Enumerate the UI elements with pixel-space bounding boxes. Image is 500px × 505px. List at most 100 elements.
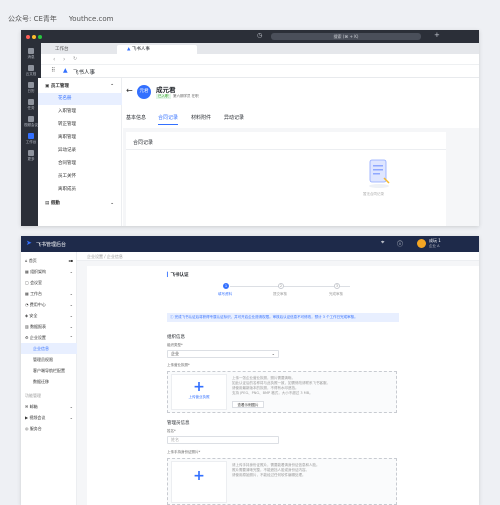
step-1-label: 填写资料 bbox=[218, 292, 232, 296]
more-icon bbox=[28, 150, 34, 156]
license-label: 上传营业执照* bbox=[167, 363, 190, 367]
help-icon[interactable]: ⓘ bbox=[397, 239, 403, 248]
refresh-icon[interactable]: ↻ bbox=[73, 56, 77, 62]
id-upload-button[interactable]: + bbox=[171, 461, 227, 503]
menu-meeting-room[interactable]: ▢ 会议室 bbox=[21, 277, 77, 288]
sidebar-video[interactable]: 视频会议 bbox=[23, 116, 39, 127]
menu-security[interactable]: ◈ 安全 ⌄ bbox=[21, 310, 77, 321]
menu-org[interactable]: ▦ 组织架构 ⌄ bbox=[21, 266, 77, 277]
menu-mail[interactable]: ✉ 邮箱 ⌄ bbox=[21, 401, 77, 412]
breadcrumb: 企业设置 / 企业信息 bbox=[77, 252, 479, 261]
menu-video[interactable]: ▶ 视频会议 ⌄ bbox=[21, 412, 77, 423]
employee-dept: 第六期学员 在职 bbox=[173, 94, 199, 98]
step-3-label: 完成审核 bbox=[329, 292, 343, 296]
employee-name: 成元君 bbox=[156, 86, 176, 94]
sidebar-workplace[interactable]: 工作台 bbox=[23, 133, 39, 144]
nav-item-contract[interactable]: 合同管理 bbox=[38, 158, 122, 170]
avatar: 元君 bbox=[137, 85, 151, 99]
user-avatar[interactable] bbox=[417, 239, 426, 248]
nav-item-former[interactable]: 离职成员 bbox=[38, 184, 122, 196]
info-banner: ⓘ 完成飞书认证后将获得专属认证标识，并可开启企业邀请权限。审核后认证信息不可修… bbox=[167, 313, 399, 322]
license-description: 上传一张企业营业执照，照片需要清晰。 如此认证后的名称将与此执照一致，如需修改请… bbox=[232, 376, 330, 395]
tab-workplace[interactable]: 工作台 bbox=[45, 45, 115, 54]
forward-icon[interactable]: › bbox=[63, 56, 65, 63]
org-type-label: 组织类型* bbox=[167, 343, 183, 347]
sidebar-calendar[interactable]: 日历 bbox=[23, 82, 39, 93]
collapse-icon[interactable]: ◂▪ bbox=[68, 255, 73, 266]
user-company: 企业 A bbox=[429, 244, 440, 248]
sidebar-messages[interactable]: 消息 bbox=[23, 48, 39, 59]
tab-basic-info[interactable]: 基本信息 bbox=[126, 114, 146, 121]
plus-icon: + bbox=[193, 379, 205, 395]
chevron-down-icon: ⌄ bbox=[110, 201, 114, 206]
status-badge: 已入职 bbox=[156, 94, 171, 99]
contract-card: 合同记录 暂无合同记录 bbox=[126, 132, 446, 226]
sidebar-docs[interactable]: 云文档 bbox=[23, 65, 39, 76]
menu-client-nav[interactable]: 客户端导航栏配置 bbox=[21, 365, 77, 376]
chevron-down-icon: ⌄ bbox=[271, 351, 275, 356]
nav-item-resignation[interactable]: 离职管理 bbox=[38, 132, 122, 144]
feishu-people-window: ◷ 搜索 (⌘ + K) + 消息 云文档 日历 任务 视频会议 工作台 更多 … bbox=[21, 30, 479, 226]
divider bbox=[126, 149, 446, 150]
nav-item-care[interactable]: 员工关怀 bbox=[38, 171, 122, 183]
menu-data-migration[interactable]: 数据迁移 bbox=[21, 376, 77, 387]
menu-group-features: 功能管理 bbox=[25, 393, 41, 398]
nav-group-employee[interactable]: ▣ 员工管理 ⌃ bbox=[38, 81, 122, 93]
tab-feishu-people[interactable]: ▲ 飞书人事 bbox=[117, 45, 197, 54]
admin-info-title: 管理员信息 bbox=[167, 421, 190, 426]
nav-item-onboarding[interactable]: 入职管理 bbox=[38, 106, 122, 118]
feishu-people-logo-icon: ▲ bbox=[63, 67, 68, 74]
clock-icon[interactable]: ◷ bbox=[257, 32, 262, 39]
menu-home[interactable]: ⌂ 首页 ◂▪ bbox=[21, 255, 77, 266]
menu-company-settings[interactable]: ⚙ 企业设置 ⌃ bbox=[21, 332, 77, 343]
workplace-icon bbox=[28, 133, 34, 139]
nav-group-attendance[interactable]: ▤ 假勤 ⌄ bbox=[38, 198, 122, 210]
watermark: 公众号: CE青年 Youthce.com bbox=[8, 14, 125, 24]
sidebar-more[interactable]: 更多 bbox=[23, 150, 39, 161]
step-line bbox=[230, 286, 350, 287]
empty-state-illustration-icon bbox=[369, 159, 390, 188]
location-icon[interactable]: ⌖ bbox=[381, 239, 384, 247]
video-icon bbox=[28, 116, 34, 122]
name-input[interactable]: 姓名 bbox=[167, 436, 279, 444]
menu-company-info[interactable]: 企业信息 bbox=[21, 343, 77, 354]
license-upload-button[interactable]: + 上传营业执照 bbox=[171, 374, 227, 410]
step-1: 1 bbox=[223, 283, 229, 289]
nav-item-transfer[interactable]: 异动记录 bbox=[38, 145, 122, 157]
menu-admin-permissions[interactable]: 管理员权限 bbox=[21, 354, 77, 365]
title-bar: ◷ 搜索 (⌘ + K) + bbox=[21, 30, 479, 43]
nav-item-regularization[interactable]: 转正管理 bbox=[38, 119, 122, 131]
view-sample-button[interactable]: 查看示例图片 bbox=[232, 401, 264, 408]
close-dot[interactable] bbox=[26, 34, 30, 39]
feishu-logo-icon: ➤ bbox=[26, 239, 32, 247]
menu-helpdesk[interactable]: ◎ 服务台 bbox=[21, 423, 77, 434]
menu-billing[interactable]: ◔ 费用中心 ⌄ bbox=[21, 299, 77, 310]
name-label: 姓名* bbox=[167, 429, 176, 433]
empty-text: 暂无合同记录 bbox=[363, 192, 384, 196]
org-type-select[interactable]: 企业 ⌄ bbox=[167, 350, 279, 358]
plus-icon: + bbox=[193, 468, 205, 484]
minimize-dot[interactable] bbox=[32, 34, 36, 39]
menu-workplace[interactable]: ▦ 工作台 ⌄ bbox=[21, 288, 77, 299]
tab-attachments[interactable]: 材料附件 bbox=[191, 114, 211, 121]
menu-reports[interactable]: ▥ 数据报表 ⌄ bbox=[21, 321, 77, 332]
admin-console-window: ➤ 飞书管理后台 ⌖ ⓘ 成玩 1 企业 A ⌂ 首页 ◂▪ ▦ 组织架构 ⌄ ▢ … bbox=[21, 236, 479, 505]
id-description: 请上传手持身份证照片，需要能看清身份证信息和人脸。 照片需要清晰完整，不能遮挡人… bbox=[232, 463, 320, 477]
tab-contract-records[interactable]: 合同记录 bbox=[158, 114, 179, 125]
doc-icon bbox=[28, 65, 34, 71]
calendar-icon bbox=[28, 82, 34, 88]
section-title: ▎飞书认证 bbox=[167, 273, 189, 278]
back-icon[interactable]: ‹ bbox=[53, 56, 55, 63]
sidebar-tasks[interactable]: 任务 bbox=[23, 99, 39, 110]
admin-header: ➤ 飞书管理后台 ⌖ ⓘ 成玩 1 企业 A bbox=[21, 236, 479, 252]
tab-transfer-records[interactable]: 异动记录 bbox=[224, 114, 244, 121]
global-search-input[interactable]: 搜索 (⌘ + K) bbox=[271, 33, 421, 40]
back-arrow-icon[interactable]: ← bbox=[126, 86, 133, 95]
add-icon[interactable]: + bbox=[434, 31, 440, 39]
nav-item-roster[interactable]: 花名册 bbox=[38, 93, 122, 105]
maximize-dot[interactable] bbox=[38, 34, 42, 39]
app-grid-icon[interactable]: ⠿ bbox=[51, 67, 55, 74]
hr-nav: ▣ 员工管理 ⌃ 花名册 入职管理 转正管理 离职管理 异动记录 合同管理 员工关… bbox=[38, 78, 122, 226]
chevron-up-icon: ⌃ bbox=[110, 84, 114, 89]
nav-toolbar: ‹ › ↻ bbox=[41, 54, 479, 65]
